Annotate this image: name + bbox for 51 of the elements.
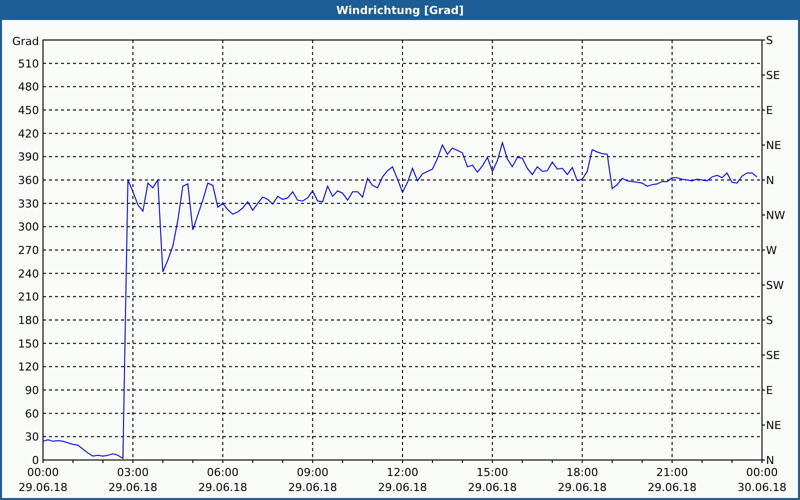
x-tick-label: 06:00 [206, 466, 239, 479]
y-tick-label: 120 [18, 360, 39, 374]
x-tick-date: 29.06.18 [648, 481, 697, 494]
y-tick-label: 390 [18, 150, 39, 164]
x-tick-label: 09:00 [296, 466, 328, 479]
window-title: Windrichtung [Grad] [336, 4, 464, 16]
x-tick-label: 00:00 [27, 466, 59, 479]
x-tick-label: 15:00 [476, 466, 508, 479]
x-tick-date: 29.06.18 [198, 481, 248, 494]
x-tick-label: 03:00 [117, 466, 149, 479]
y-tick-label: 150 [18, 337, 39, 350]
y-tick-label: 330 [18, 197, 39, 210]
compass-tick-label: W [766, 244, 777, 257]
x-tick-date: 29.06.18 [288, 481, 338, 494]
x-tick-date: 29.06.18 [468, 481, 517, 494]
x-tick-label: 21:00 [656, 466, 688, 479]
y-tick-label: 270 [18, 244, 39, 257]
x-tick-date: 29.06.18 [18, 481, 68, 494]
compass-tick-label: E [766, 384, 773, 397]
compass-tick-label: S [766, 34, 773, 47]
x-tick-label: 18:00 [566, 466, 598, 479]
compass-tick-label: NE [766, 419, 782, 432]
x-tick-label: 00:00 [746, 466, 778, 479]
y-tick-label: 510 [18, 57, 39, 70]
compass-tick-label: S [766, 314, 773, 327]
x-tick-label: 12:00 [386, 466, 418, 479]
y-axis-title: Grad [12, 35, 39, 48]
compass-tick-label: SW [766, 279, 784, 292]
y-tick-label: 210 [18, 290, 39, 304]
y-tick-label: 420 [18, 127, 39, 140]
compass-tick-label: SE [766, 349, 780, 362]
x-tick-date: 29.06.18 [558, 481, 607, 494]
x-tick-date: 29.06.18 [378, 481, 427, 494]
y-tick-label: 180 [18, 314, 39, 327]
y-tick-label: 450 [18, 104, 39, 117]
compass-tick-label: NW [766, 209, 786, 222]
y-tick-label: 30 [25, 430, 39, 444]
y-tick-label: 480 [18, 80, 39, 94]
x-tick-date: 30.06.18 [738, 481, 786, 494]
y-tick-label: 240 [18, 267, 39, 280]
y-tick-label: 300 [18, 220, 39, 234]
compass-tick-label: NE [766, 139, 782, 152]
x-tick-date: 29.06.18 [108, 481, 158, 494]
y-tick-label: 0 [32, 454, 39, 467]
y-tick-label: 90 [25, 384, 39, 397]
y-tick-label: 60 [25, 407, 39, 420]
y-tick-label: 360 [18, 174, 39, 187]
compass-tick-label: N [766, 174, 774, 187]
compass-tick-label: E [766, 104, 773, 117]
compass-tick-label: N [766, 454, 774, 467]
compass-tick-label: SE [766, 69, 780, 82]
